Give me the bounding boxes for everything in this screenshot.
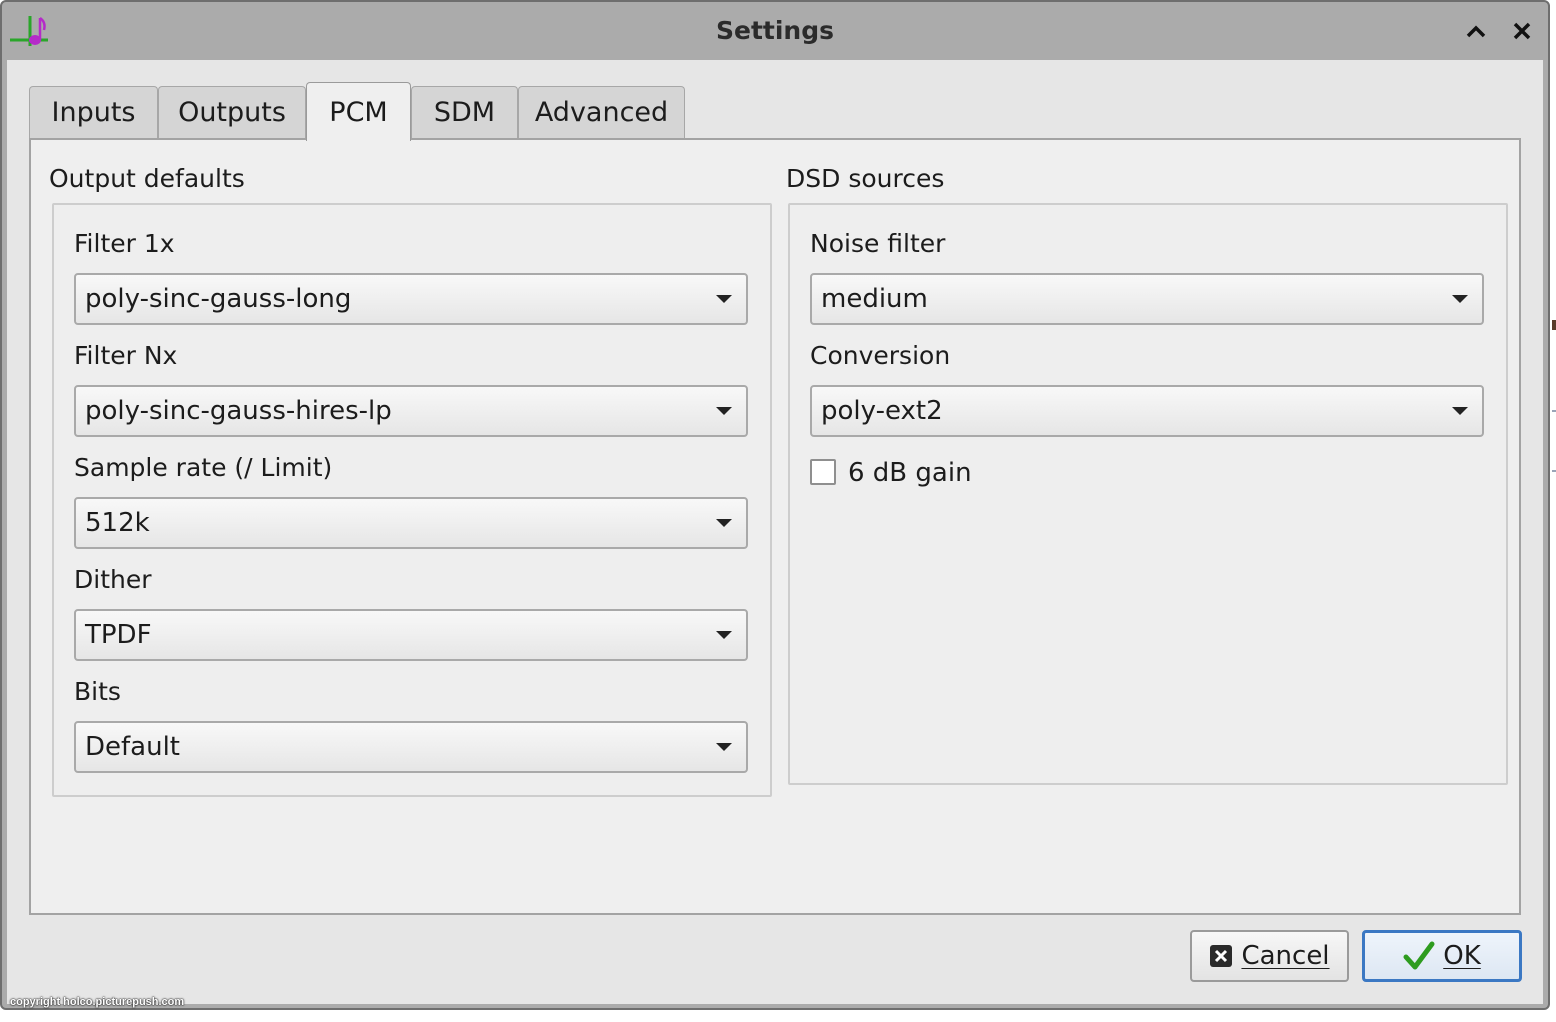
dropdown-arrow-icon [1452, 295, 1468, 303]
conversion-value: poly-ext2 [821, 396, 943, 426]
bits-label: Bits [74, 677, 121, 706]
dropdown-arrow-icon [716, 407, 732, 415]
dsd-sources-title: DSD sources [786, 164, 945, 193]
filter-1x-value: poly-sinc-gauss-long [85, 284, 352, 314]
sample-rate-select[interactable]: 512k [74, 497, 748, 549]
background-edge-mark [1552, 410, 1556, 412]
dropdown-arrow-icon [1452, 407, 1468, 415]
sample-rate-label: Sample rate (/ Limit) [74, 453, 333, 482]
dither-select[interactable]: TPDF [74, 609, 748, 661]
tab-advanced[interactable]: Advanced [518, 86, 685, 138]
dropdown-arrow-icon [716, 743, 732, 751]
conversion-label: Conversion [810, 341, 951, 370]
background-edge-mark [1552, 320, 1556, 330]
ok-label: OK [1443, 941, 1481, 971]
tab-label: Advanced [534, 97, 669, 128]
window-title: Settings [715, 16, 834, 45]
dropdown-arrow-icon [716, 519, 732, 527]
gain-6db-checkbox[interactable] [810, 459, 836, 485]
cancel-button[interactable]: Cancel [1190, 930, 1349, 982]
sample-rate-value: 512k [85, 508, 150, 538]
noise-filter-select[interactable]: medium [810, 273, 1484, 325]
dither-label: Dither [74, 565, 152, 594]
ok-button[interactable]: OK [1362, 930, 1522, 982]
bits-select[interactable]: Default [74, 721, 748, 773]
tab-inputs[interactable]: Inputs [29, 86, 158, 138]
tab-label: PCM [329, 96, 388, 128]
close-button[interactable] [1509, 18, 1535, 44]
dither-value: TPDF [85, 620, 152, 650]
tab-pcm[interactable]: PCM [306, 82, 411, 141]
dropdown-arrow-icon [716, 295, 732, 303]
gain-6db-label[interactable]: 6 dB gain [848, 458, 972, 488]
filter-nx-select[interactable]: poly-sinc-gauss-hires-lp [74, 385, 748, 437]
tab-sdm[interactable]: SDM [411, 86, 518, 138]
output-defaults-group: Filter 1x poly-sinc-gauss-long Filter Nx… [52, 203, 772, 797]
cancel-icon [1210, 945, 1233, 967]
cancel-label: Cancel [1241, 941, 1330, 971]
bits-value: Default [85, 732, 180, 762]
conversion-select[interactable]: poly-ext2 [810, 385, 1484, 437]
tab-label: SDM [433, 97, 496, 128]
tab-outputs[interactable]: Outputs [158, 86, 306, 138]
filter-1x-select[interactable]: poly-sinc-gauss-long [74, 273, 748, 325]
output-defaults-title: Output defaults [49, 164, 245, 193]
close-icon [1513, 22, 1531, 40]
dsd-sources-group: Noise filter medium Conversion poly-ext2… [788, 203, 1508, 785]
chevron-up-icon [1466, 25, 1486, 38]
tab-label: Outputs [178, 97, 286, 128]
filter-1x-label: Filter 1x [74, 229, 175, 258]
pcm-tab-panel: Output defaults Filter 1x poly-sinc-gaus… [29, 138, 1521, 915]
dialog-body: Inputs Outputs PCM SDM Advanced Output d… [7, 60, 1543, 1004]
background-edge-mark [1552, 470, 1556, 472]
shade-button[interactable] [1463, 18, 1489, 44]
dropdown-arrow-icon [716, 631, 732, 639]
filter-nx-value: poly-sinc-gauss-hires-lp [85, 396, 392, 426]
title-bar[interactable]: Settings [2, 2, 1548, 60]
filter-nx-label: Filter Nx [74, 341, 178, 370]
noise-filter-label: Noise filter [810, 229, 946, 258]
settings-window: Settings Inputs Outputs PCM SDM Advanced [0, 0, 1550, 1010]
tab-label: Inputs [51, 97, 136, 128]
noise-filter-value: medium [821, 284, 928, 314]
checkmark-icon [1403, 941, 1435, 970]
watermark-text: copyright holco.picturepush.com [10, 996, 185, 1008]
